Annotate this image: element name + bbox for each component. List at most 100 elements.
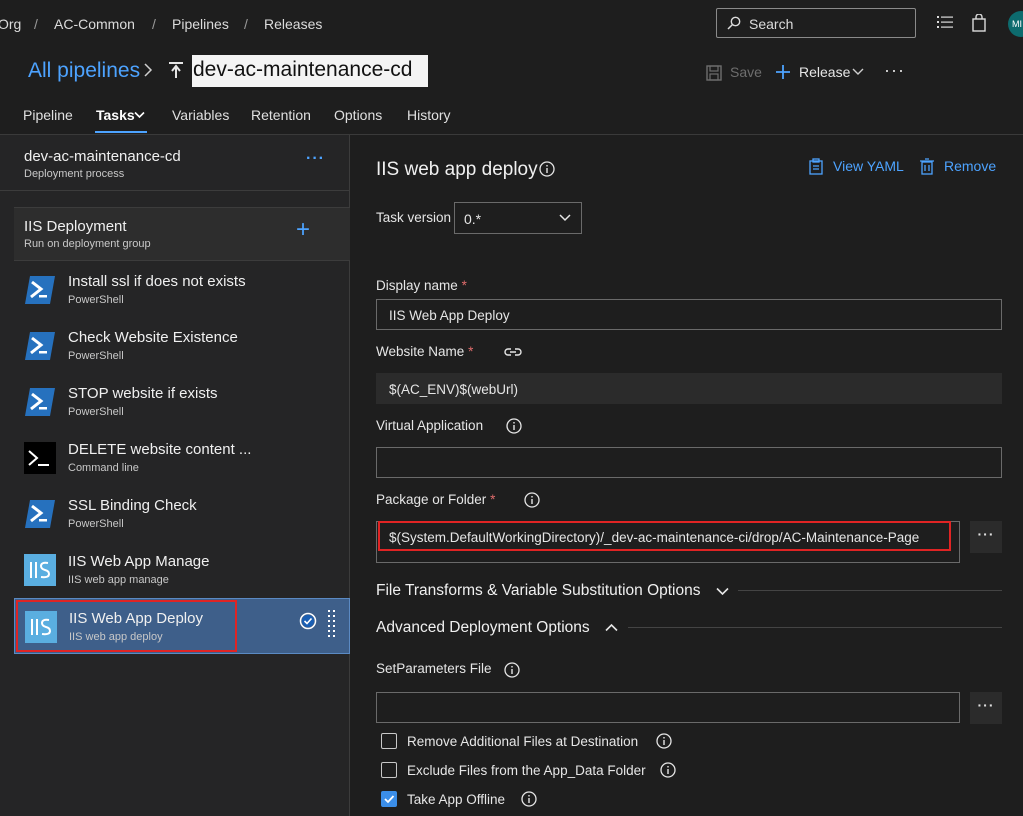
task-item[interactable]: Check Website Existence PowerShell xyxy=(14,318,350,374)
process-subtitle: Deployment process xyxy=(24,168,125,180)
drag-handle-icon[interactable] xyxy=(328,610,336,638)
trash-icon xyxy=(920,158,934,175)
breadcrumb-org[interactable]: Org xyxy=(0,16,21,32)
advanced-deployment-section[interactable]: Advanced Deployment Options xyxy=(376,619,590,637)
process-title[interactable]: dev-ac-maintenance-cd xyxy=(24,148,181,165)
release-label: Release xyxy=(799,64,851,80)
chevron-down-icon xyxy=(852,68,864,75)
all-pipelines-link[interactable]: All pipelines xyxy=(28,59,140,83)
tab-history[interactable]: History xyxy=(407,107,451,123)
task-type: IIS web app manage xyxy=(68,574,169,586)
save-icon xyxy=(706,65,722,81)
take-app-offline-label: Take App Offline xyxy=(407,792,506,807)
chevron-up-icon[interactable] xyxy=(605,623,618,632)
clipboard-icon xyxy=(809,158,823,175)
iis-icon xyxy=(24,554,56,586)
task-name: SSL Binding Check xyxy=(68,497,197,514)
setparameters-label: SetParameters File xyxy=(376,661,492,676)
chevron-down-icon xyxy=(559,214,571,222)
top-bar: Org / AC-Common / Pipelines / Releases S… xyxy=(0,0,1023,48)
tab-variables[interactable]: Variables xyxy=(172,107,229,123)
pipeline-name-input[interactable]: dev-ac-maintenance-cd xyxy=(192,55,428,87)
active-tab-indicator xyxy=(95,131,147,133)
info-icon[interactable] xyxy=(521,791,537,807)
virtual-application-label: Virtual Application xyxy=(376,418,484,433)
info-icon[interactable] xyxy=(660,762,676,778)
more-actions-icon[interactable]: ··· xyxy=(884,60,905,81)
section-divider xyxy=(628,627,1002,628)
breadcrumb-releases[interactable]: Releases xyxy=(264,16,322,32)
task-name: Install ssl if does not exists xyxy=(68,273,246,290)
task-item[interactable]: Install ssl if does not exists PowerShel… xyxy=(14,262,350,318)
info-icon[interactable] xyxy=(506,418,522,434)
browse-setparameters-button[interactable]: ··· xyxy=(970,692,1002,724)
remove-additional-files-checkbox[interactable] xyxy=(381,733,397,749)
exclude-app-data-checkbox[interactable] xyxy=(381,762,397,778)
setparameters-input[interactable] xyxy=(376,692,960,723)
task-name: DELETE website content ... xyxy=(68,441,252,458)
website-name-input[interactable]: $(AC_ENV)$(webUrl) xyxy=(376,373,1002,404)
remove-label: Remove xyxy=(944,158,997,174)
breadcrumb-separator: / xyxy=(244,16,248,32)
terminal-icon xyxy=(24,442,56,474)
highlight-box xyxy=(16,600,237,652)
process-more-icon[interactable]: ··· xyxy=(306,150,325,168)
task-item[interactable]: DELETE website content ... Command line xyxy=(14,430,350,486)
exclude-app-data-label: Exclude Files from the App_Data Folder xyxy=(407,763,646,778)
task-item[interactable]: IIS Web App Manage IIS web app manage xyxy=(14,542,350,598)
task-detail-title: IIS web app deploy xyxy=(376,159,538,180)
package-folder-label: Package or Folder * xyxy=(376,492,496,507)
virtual-application-input[interactable] xyxy=(376,447,1002,478)
search-box[interactable]: Search xyxy=(716,8,916,38)
list-settings-icon[interactable] xyxy=(936,14,954,30)
powershell-icon xyxy=(25,500,55,528)
chevron-down-icon[interactable] xyxy=(716,587,729,596)
tab-retention[interactable]: Retention xyxy=(251,107,311,123)
info-icon[interactable] xyxy=(539,161,555,177)
link-icon[interactable] xyxy=(504,345,522,359)
task-type: PowerShell xyxy=(68,406,124,418)
tab-tasks[interactable]: Tasks xyxy=(96,107,135,123)
section-divider xyxy=(738,590,1002,591)
task-name: Check Website Existence xyxy=(68,329,238,346)
marketplace-bag-icon[interactable] xyxy=(971,14,987,32)
task-type: Command line xyxy=(68,462,139,474)
file-transforms-section[interactable]: File Transforms & Variable Substitution … xyxy=(376,582,701,600)
task-version-select[interactable]: 0.* xyxy=(454,202,582,234)
tab-pipeline[interactable]: Pipeline xyxy=(23,107,73,123)
breadcrumb-project[interactable]: AC-Common xyxy=(54,16,135,32)
powershell-icon xyxy=(25,332,55,360)
enabled-check-icon[interactable] xyxy=(299,612,317,630)
info-icon[interactable] xyxy=(524,492,540,508)
breadcrumb-pipelines[interactable]: Pipelines xyxy=(172,16,229,32)
display-name-label: Display name * xyxy=(376,278,467,293)
take-app-offline-checkbox[interactable] xyxy=(381,791,397,807)
task-item[interactable]: SSL Binding Check PowerShell xyxy=(14,486,350,542)
powershell-icon xyxy=(25,388,55,416)
display-name-input[interactable]: IIS Web App Deploy xyxy=(376,299,1002,330)
info-icon[interactable] xyxy=(504,662,520,678)
job-subtitle: Run on deployment group xyxy=(24,238,151,250)
task-type: PowerShell xyxy=(68,350,124,362)
chevron-down-icon[interactable] xyxy=(134,111,145,119)
search-label: Search xyxy=(749,16,794,32)
divider xyxy=(0,190,350,191)
browse-package-button[interactable]: ··· xyxy=(970,521,1002,553)
task-version-value: 0.* xyxy=(464,211,482,227)
avatar[interactable]: MI xyxy=(1008,11,1023,37)
info-icon[interactable] xyxy=(656,733,672,749)
task-version-label: Task version xyxy=(376,210,452,225)
breadcrumb-separator: / xyxy=(34,16,38,32)
add-task-icon[interactable]: + xyxy=(296,218,310,242)
chevron-right-icon xyxy=(144,63,153,77)
save-label: Save xyxy=(730,64,762,80)
task-item[interactable]: STOP website if exists PowerShell xyxy=(14,374,350,430)
checkmark-icon xyxy=(384,795,395,804)
search-icon xyxy=(727,16,741,30)
task-type: PowerShell xyxy=(68,518,124,530)
task-name: IIS Web App Manage xyxy=(68,553,210,570)
tab-options[interactable]: Options xyxy=(334,107,382,123)
task-type: PowerShell xyxy=(68,294,124,306)
release-pipeline-icon xyxy=(169,62,183,78)
website-name-label: Website Name * xyxy=(376,344,474,359)
